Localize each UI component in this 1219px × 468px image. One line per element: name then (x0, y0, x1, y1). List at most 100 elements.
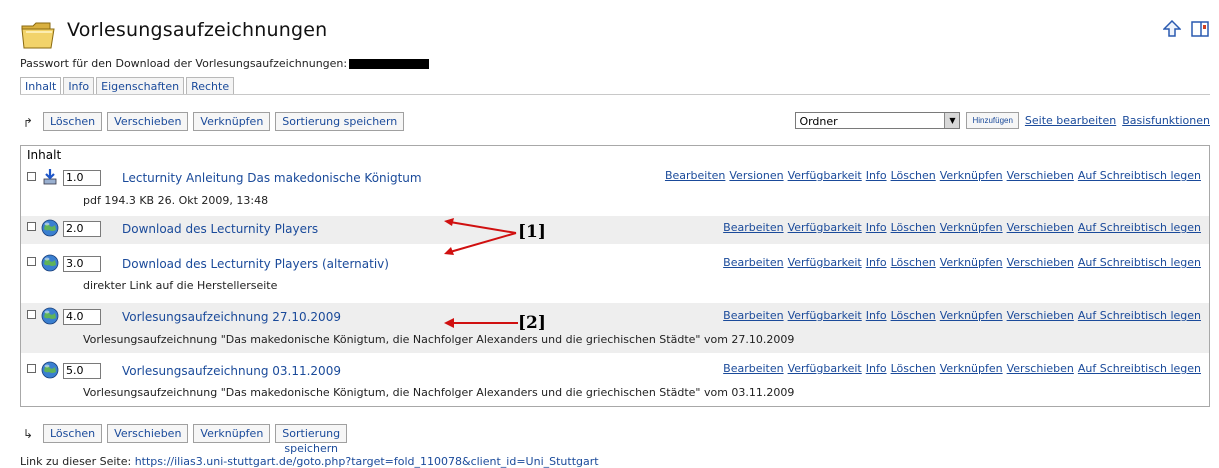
item-checkbox[interactable] (27, 364, 36, 373)
item-actions: Bearbeiten Verfügbarkeit Info Löschen Ve… (723, 256, 1201, 269)
save-sorting-button[interactable]: Sortierung speichern (275, 112, 405, 131)
action-delete[interactable]: Löschen (891, 362, 936, 375)
top-strip (0, 0, 1219, 6)
action-availability[interactable]: Verfügbarkeit (788, 362, 862, 375)
globe-icon (41, 307, 59, 325)
tab-rechte[interactable]: Rechte (186, 77, 235, 94)
password-label: Passwort für den Download der Vorlesungs… (20, 57, 348, 70)
action-link[interactable]: Verknüpfen (940, 309, 1003, 322)
globe-icon (41, 254, 59, 272)
action-info[interactable]: Info (866, 221, 887, 234)
basic-functions-link[interactable]: Basisfunktionen (1122, 114, 1210, 127)
action-delete[interactable]: Löschen (891, 309, 936, 322)
action-availability[interactable]: Verfügbarkeit (788, 256, 862, 269)
item-actions: Bearbeiten Verfügbarkeit Info Löschen Ve… (723, 309, 1201, 322)
annotation-arrow-2 (444, 318, 518, 328)
action-edit[interactable]: Bearbeiten (723, 362, 783, 375)
tab-info[interactable]: Info (63, 77, 95, 94)
action-info[interactable]: Info (866, 169, 887, 182)
list-item: 2.0 Download des Lecturnity Players Bear… (21, 216, 1209, 244)
content-panel: Inhalt 1.0 Lecturnity Anleitung Das make… (20, 145, 1210, 407)
delete-button[interactable]: Löschen (43, 424, 103, 443)
item-checkbox[interactable] (27, 222, 36, 231)
item-description: Vorlesungsaufzeichnung "Das makedonische… (83, 333, 795, 346)
item-checkbox[interactable] (27, 172, 36, 181)
action-link[interactable]: Verknüpfen (940, 169, 1003, 182)
globe-icon (41, 219, 59, 237)
selection-arrow-up-icon: ↱ (23, 116, 34, 130)
item-title-link[interactable]: Download des Lecturnity Players (alterna… (122, 257, 389, 271)
annotation-arrows-1 (444, 218, 517, 255)
action-availability[interactable]: Verfügbarkeit (788, 221, 862, 234)
action-desktop[interactable]: Auf Schreibtisch legen (1078, 169, 1201, 182)
action-delete[interactable]: Löschen (891, 256, 936, 269)
action-link[interactable]: Verknüpfen (940, 221, 1003, 234)
action-desktop[interactable]: Auf Schreibtisch legen (1078, 221, 1201, 234)
edit-page-link[interactable]: Seite bearbeiten (1025, 114, 1116, 127)
item-description: Vorlesungsaufzeichnung "Das makedonische… (83, 386, 795, 399)
permalink-url[interactable]: https://ilias3.uni-stuttgart.de/goto.php… (135, 455, 599, 468)
action-move[interactable]: Verschieben (1007, 256, 1074, 269)
item-title-link[interactable]: Lecturnity Anleitung Das makedonische Kö… (122, 171, 422, 185)
action-move[interactable]: Verschieben (1007, 309, 1074, 322)
list-item: 3.0 Download des Lecturnity Players (alt… (21, 250, 1209, 298)
annotation-label-2: [2] (518, 313, 546, 333)
tab-eigenschaften[interactable]: Eigenschaften (96, 77, 185, 94)
object-type-select[interactable]: Ordner ▼ (795, 112, 961, 129)
action-availability[interactable]: Verfügbarkeit (788, 169, 862, 182)
folder-icon (21, 22, 55, 49)
action-info[interactable]: Info (866, 256, 887, 269)
save-sorting-button[interactable]: Sortierung speichern (275, 424, 348, 455)
action-desktop[interactable]: Auf Schreibtisch legen (1078, 309, 1201, 322)
action-delete[interactable]: Löschen (891, 169, 936, 182)
chevron-down-icon: ▼ (944, 113, 960, 128)
globe-icon (41, 361, 59, 379)
item-title-link[interactable]: Download des Lecturnity Players (122, 222, 318, 236)
action-availability[interactable]: Verfügbarkeit (788, 309, 862, 322)
item-actions: Bearbeiten Versionen Verfügbarkeit Info … (665, 169, 1201, 182)
action-delete[interactable]: Löschen (891, 221, 936, 234)
action-desktop[interactable]: Auf Schreibtisch legen (1078, 256, 1201, 269)
action-move[interactable]: Verschieben (1007, 221, 1074, 234)
page-title: Vorlesungsaufzeichnungen (67, 19, 328, 41)
layout-icon[interactable] (1191, 21, 1209, 37)
item-checkbox[interactable] (27, 257, 36, 266)
item-description: direkter Link auf die Herstellerseite (83, 279, 278, 292)
action-desktop[interactable]: Auf Schreibtisch legen (1078, 362, 1201, 375)
action-link[interactable]: Verknüpfen (940, 362, 1003, 375)
panel-heading: Inhalt (27, 148, 62, 162)
password-redacted (349, 59, 430, 69)
action-edit[interactable]: Bearbeiten (723, 256, 783, 269)
action-move[interactable]: Verschieben (1007, 362, 1074, 375)
add-button[interactable]: Hinzufügen (966, 112, 1019, 129)
action-edit[interactable]: Bearbeiten (723, 221, 783, 234)
action-edit[interactable]: Bearbeiten (723, 309, 783, 322)
move-button[interactable]: Verschieben (107, 424, 189, 443)
up-arrow-icon[interactable] (1163, 20, 1181, 38)
item-details: pdf 194.3 KB 26. Okt 2009, 13:48 (83, 194, 269, 207)
header-icons (1163, 20, 1209, 38)
action-move[interactable]: Verschieben (1007, 169, 1074, 182)
item-checkbox[interactable] (27, 310, 36, 319)
move-button[interactable]: Verschieben (107, 112, 189, 131)
position-input[interactable]: 5.0 (63, 363, 101, 379)
action-versions[interactable]: Versionen (729, 169, 783, 182)
action-info[interactable]: Info (866, 362, 887, 375)
item-title-link[interactable]: Vorlesungsaufzeichnung 27.10.2009 (122, 310, 341, 324)
link-button[interactable]: Verknüpfen (193, 112, 271, 131)
action-info[interactable]: Info (866, 309, 887, 322)
position-input[interactable]: 4.0 (63, 309, 101, 325)
position-input[interactable]: 1.0 (63, 170, 101, 186)
position-input[interactable]: 2.0 (63, 221, 101, 237)
action-link[interactable]: Verknüpfen (940, 256, 1003, 269)
link-button[interactable]: Verknüpfen (193, 424, 271, 443)
selection-arrow-down-icon: ↳ (23, 427, 34, 441)
position-input[interactable]: 3.0 (63, 256, 101, 272)
delete-button[interactable]: Löschen (43, 112, 103, 131)
item-title-link[interactable]: Vorlesungsaufzeichnung 03.11.2009 (122, 364, 341, 378)
tab-bar: Inhalt Info Eigenschaften Rechte (20, 77, 236, 95)
list-item: 5.0 Vorlesungsaufzeichnung 03.11.2009 Be… (21, 357, 1209, 403)
top-toolbar: ↱ Löschen Verschieben Verknüpfen Sortier… (20, 112, 1210, 134)
action-edit[interactable]: Bearbeiten (665, 169, 725, 182)
tab-inhalt[interactable]: Inhalt (20, 77, 62, 95)
